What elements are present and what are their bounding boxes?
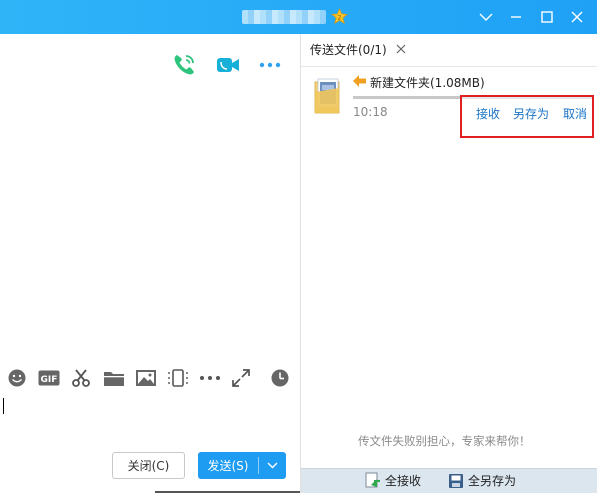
close-icon[interactable] [566,6,588,28]
clock-icon[interactable] [269,367,291,389]
progress-bar-fill [353,96,462,99]
send-options-chevron-icon[interactable] [259,462,286,469]
save-all-label: 全另存为 [468,474,517,488]
minimize-icon[interactable] [505,6,527,28]
video-call-icon[interactable] [215,52,241,78]
folder-thumbnail-icon [314,78,342,114]
receive-link[interactable]: 接收 [476,105,500,122]
vip-badge-icon: 2 [330,7,349,25]
shake-window-icon[interactable] [167,367,189,389]
emoji-icon[interactable] [6,367,28,389]
vip-badge-number: 2 [337,13,341,21]
folder-icon[interactable] [103,367,125,389]
incoming-arrow-icon [353,75,367,90]
image-icon[interactable] [135,367,157,389]
more-tools-icon[interactable] [199,367,221,389]
save-all-icon [449,473,463,488]
gif-icon-label: GIF [41,375,58,385]
expand-icon[interactable] [230,367,252,389]
file-title: 新建文件夹(1.08MB) [353,74,485,91]
tab-close-icon[interactable] [395,43,407,55]
receive-all-label: 全接收 [385,474,422,488]
file-transfer-pane: 传送文件(0/1) 新建文件夹(1.08MB) 10:18 接收 另存为 取消 … [301,34,597,493]
close-button[interactable]: 关闭(C) [112,452,185,479]
file-timestamp: 10:18 [353,105,388,119]
voice-call-icon[interactable] [171,52,197,78]
bottom-action-bar: 全接收 全另存为 [301,468,597,493]
scissors-icon[interactable] [70,367,92,389]
chat-pane: GIF 关闭(C) 发送(S) [0,34,300,493]
save-all-button[interactable]: 全另存为 [448,472,516,489]
tab-file-transfer[interactable]: 传送文件(0/1) [301,34,407,66]
tab-underline [301,66,597,67]
tab-file-transfer-label: 传送文件(0/1) [310,42,387,57]
help-hint-link[interactable]: 传文件失败别担心，专家来帮你！ [358,433,531,449]
receive-all-icon [365,472,380,488]
save-as-link[interactable]: 另存为 [513,105,549,122]
receive-all-button[interactable]: 全接收 [365,472,421,489]
send-button[interactable]: 发送(S) [198,452,286,479]
file-transfer-item: 新建文件夹(1.08MB) 10:18 接收 另存为 取消 [301,68,597,138]
file-name: 新建文件夹(1.08MB) [370,76,485,90]
window-title-blurred [242,10,326,24]
more-options-icon[interactable] [257,52,283,78]
maximize-icon[interactable] [536,6,558,28]
text-cursor[interactable] [3,398,4,414]
title-bar: 2 [0,0,597,34]
chevron-down-icon[interactable] [475,6,497,28]
gif-icon[interactable]: GIF [37,367,61,389]
send-button-label: 发送(S) [207,459,249,473]
cancel-link[interactable]: 取消 [563,105,587,122]
